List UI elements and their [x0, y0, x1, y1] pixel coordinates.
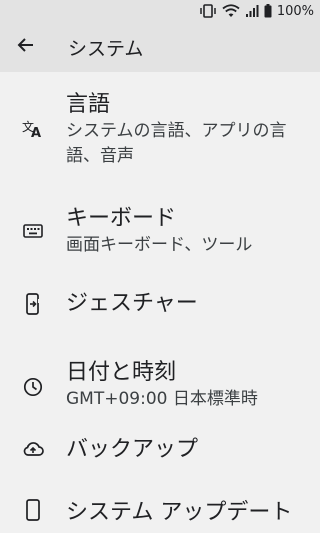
list-item-language[interactable]: 文 A 言語 システムの言語、アプリの言語、音声 — [0, 72, 320, 196]
status-bar: 100% — [0, 0, 320, 22]
item-subtitle: GMT+09:00 日本標準時 — [66, 389, 258, 409]
battery-icon — [264, 4, 272, 18]
back-button[interactable] — [0, 22, 52, 72]
item-title: バックアップ — [66, 437, 199, 462]
arrow-back-icon — [17, 36, 35, 58]
clock-icon — [23, 377, 43, 401]
app-bar: システム — [0, 22, 320, 72]
vibrate-icon — [199, 4, 217, 18]
translate-icon: 文 A — [22, 119, 44, 143]
cloud-upload-icon — [22, 441, 44, 461]
item-title: ジェスチャー — [66, 291, 198, 316]
wifi-icon — [222, 4, 240, 18]
system-update-icon — [24, 499, 42, 525]
signal-icon — [245, 4, 259, 18]
item-subtitle: 画面キーボード、ツール — [66, 235, 253, 255]
item-title: 言語 — [66, 92, 111, 117]
item-title: キーボード — [66, 206, 177, 231]
list-item-date-time[interactable]: 日付と時刻 GMT+09:00 日本標準時 — [0, 349, 320, 435]
item-title: 日付と時刻 — [66, 360, 177, 385]
keyboard-icon — [23, 223, 43, 242]
item-subtitle: システムの言語、アプリの言語、音声 — [66, 121, 287, 166]
settings-list: 文 A 言語 システムの言語、アプリの言語、音声 キーボード 画面キーボード、ツ… — [0, 72, 320, 527]
list-item-backup[interactable]: バックアップ — [0, 435, 320, 495]
svg-text:A: A — [31, 126, 41, 139]
list-item-system-update[interactable]: システム アップデート — [0, 495, 320, 527]
gesture-phone-icon — [24, 293, 42, 319]
battery-percent: 100% — [276, 3, 314, 19]
page-title: システム — [68, 37, 144, 60]
list-item-keyboard[interactable]: キーボード 画面キーボード、ツール — [0, 196, 320, 277]
item-title: システム アップデート — [66, 500, 293, 525]
list-item-gestures[interactable]: ジェスチャー — [0, 277, 320, 349]
